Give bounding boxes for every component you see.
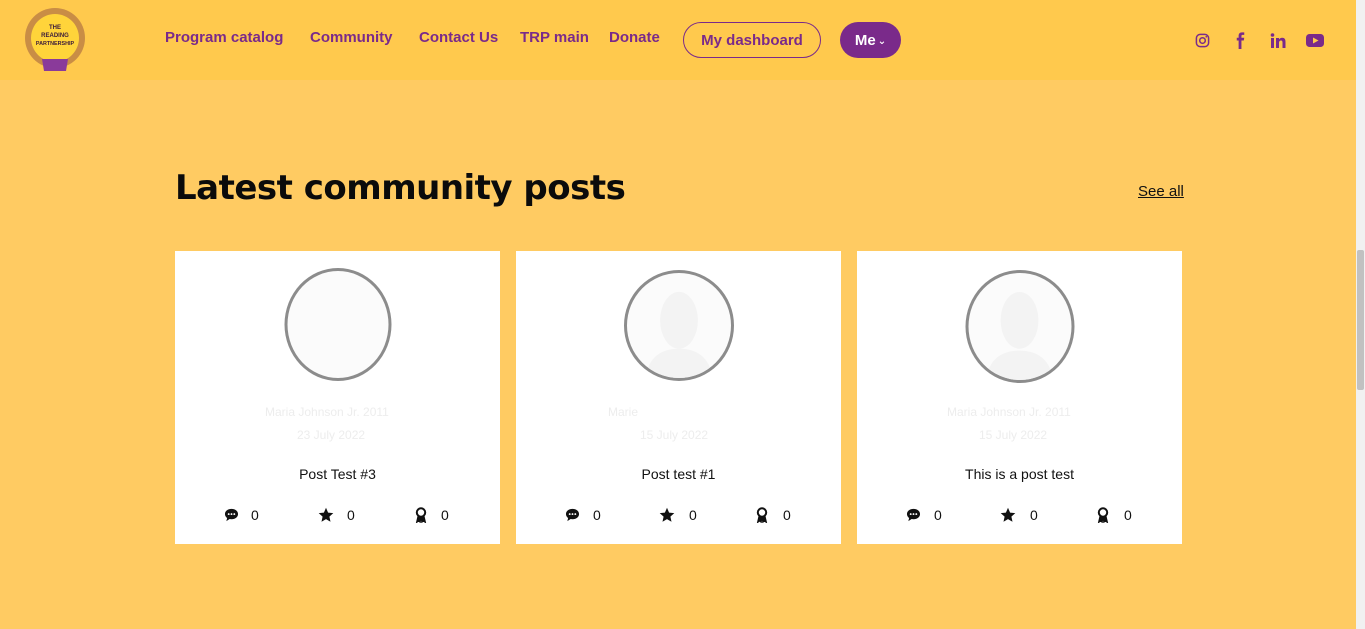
award-count: 0 [783,507,791,523]
svg-text:PARTNERSHIP: PARTNERSHIP [36,41,75,47]
me-label: Me [854,31,876,49]
post-title: Post Test #3 [299,466,376,482]
post-card[interactable]: Maria Johnson Jr. 2011 23 July 2022 Post… [175,251,500,544]
post-stats: 0 0 0 [516,507,841,523]
author-avatar [284,268,391,381]
see-all-link[interactable]: See all [1138,183,1184,200]
award-count: 0 [1124,507,1132,523]
svg-text:THE: THE [49,25,61,31]
post-date: 23 July 2022 [297,428,366,442]
facebook-icon[interactable] [1230,30,1250,50]
me-menu-button[interactable]: Me ⌄ [840,22,901,58]
star-count: 0 [347,507,355,523]
post-card[interactable]: Marie 15 July 2022 Post test #1 0 0 0 [516,251,841,544]
post-stats: 0 0 0 [175,507,500,523]
star-icon [1000,507,1016,523]
svg-text:READING: READING [41,33,69,39]
post-author: Maria Johnson Jr. 2011 [947,405,1071,419]
nav-trp-main[interactable]: TRP main [520,29,589,46]
comment-icon [223,507,239,523]
post-title: Post test #1 [641,466,716,482]
star-icon [659,507,675,523]
nav-program-catalog[interactable]: Program catalog [165,29,283,46]
award-count: 0 [441,507,449,523]
comment-icon [564,507,580,523]
star-count: 0 [1030,507,1038,523]
post-author: Marie [608,405,639,419]
post-author: Maria Johnson Jr. 2011 [265,405,389,419]
page-scrollbar[interactable] [1356,0,1365,629]
post-date: 15 July 2022 [979,428,1048,442]
section-title: Latest community posts [175,168,626,208]
scrollbar-thumb[interactable] [1357,250,1364,390]
comment-count: 0 [934,507,942,523]
my-dashboard-button[interactable]: My dashboard [683,22,821,58]
award-icon [413,507,429,523]
post-card[interactable]: Maria Johnson Jr. 2011 15 July 2022 This… [857,251,1182,544]
comment-icon [905,507,921,523]
instagram-icon[interactable] [1192,30,1212,50]
post-date: 15 July 2022 [640,428,709,442]
star-icon [318,507,334,523]
post-stats: 0 0 0 [857,507,1182,523]
award-icon [1095,507,1111,523]
comment-count: 0 [251,507,259,523]
author-avatar [623,270,734,381]
youtube-icon[interactable] [1305,30,1325,50]
site-header: THE READING PARTNERSHIP Program catalog … [0,0,1356,80]
author-avatar [965,270,1074,383]
comment-count: 0 [593,507,601,523]
award-icon [754,507,770,523]
post-title: This is a post test [965,466,1074,482]
star-count: 0 [689,507,697,523]
chevron-down-icon: ⌄ [877,36,887,47]
nav-donate[interactable]: Donate [609,29,660,46]
my-dashboard-label: My dashboard [701,31,803,49]
nav-contact-us[interactable]: Contact Us [419,29,498,46]
linkedin-icon[interactable] [1268,30,1288,50]
nav-community[interactable]: Community [310,29,393,46]
site-logo[interactable]: THE READING PARTNERSHIP [22,7,88,73]
